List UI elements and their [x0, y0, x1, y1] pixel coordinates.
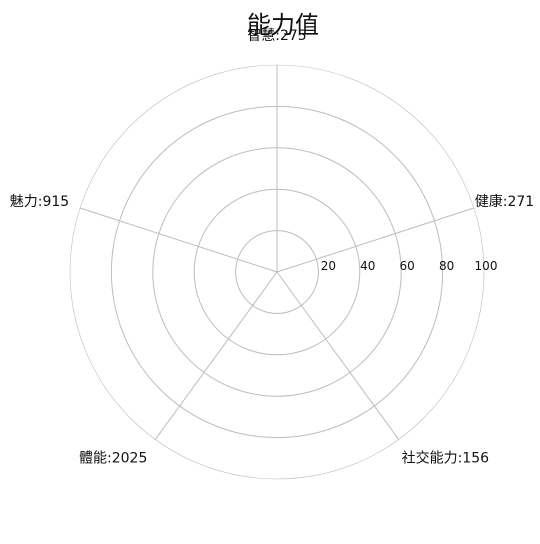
axis-label: 魅力:915 — [10, 194, 69, 210]
chart-title: 能力值 — [247, 11, 319, 39]
axis-spoke — [154, 271, 278, 440]
radial-tick-label: 80 — [439, 259, 454, 273]
axis-label: 健康:271 — [475, 193, 534, 210]
radar-chart-svg: 20 40 60 80 100 智慧:275健康:271社交能力:156體能:2025魅… — [10, 11, 534, 480]
radial-tick-label: 40 — [360, 259, 375, 273]
radial-tick-label: 60 — [400, 259, 415, 273]
radial-tick-label: 20 — [321, 259, 336, 273]
axis-label: 社交能力:156 — [402, 449, 490, 466]
radar-chart: 20 40 60 80 100 智慧:275 健康:271 社交能力:156 體能:2025 魅… — [0, 0, 540, 540]
radial-tick-label: 100 — [475, 259, 498, 273]
spoke-layer — [79, 65, 475, 440]
axis-label-layer: 智慧:275健康:271社交能力:156體能:2025魅力:915 — [10, 28, 534, 466]
axis-spoke — [276, 271, 400, 440]
axis-spoke — [79, 207, 278, 273]
tick-layer: 20 40 60 80 100 — [321, 259, 498, 273]
axis-label: 體能:2025 — [79, 450, 147, 466]
